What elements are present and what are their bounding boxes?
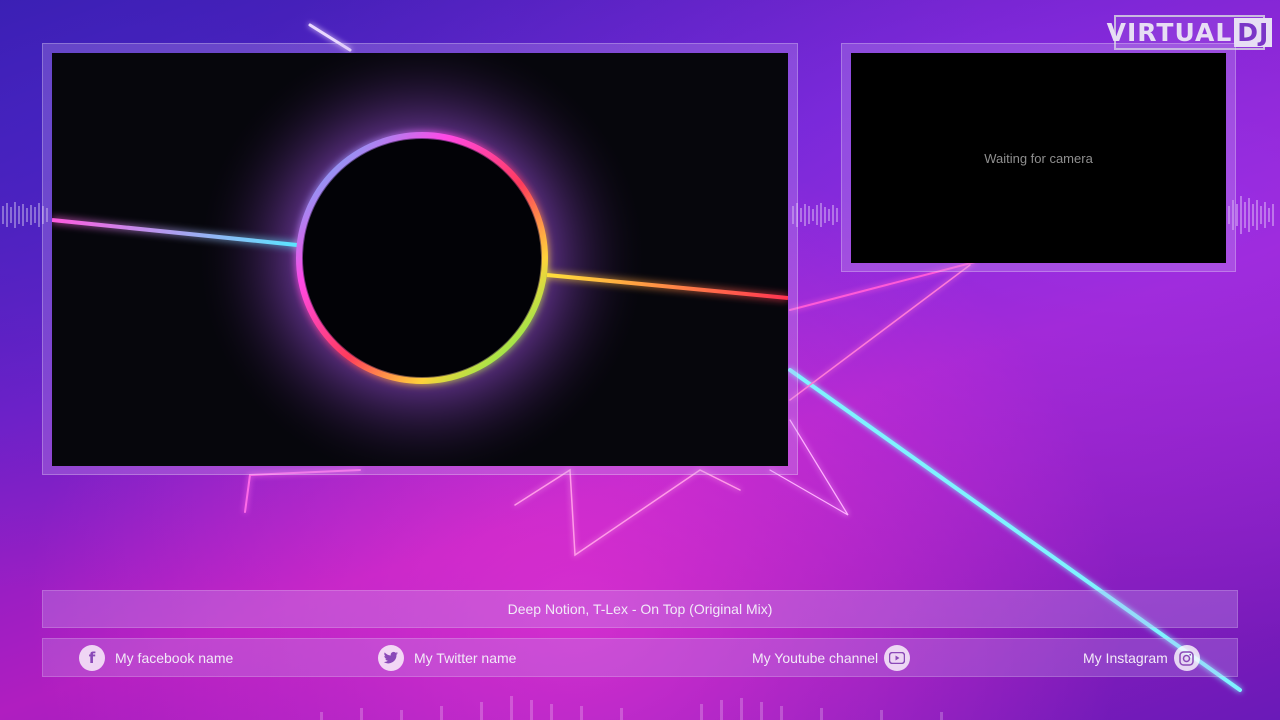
visualizer-video (52, 53, 788, 466)
facebook-label: My facebook name (115, 650, 234, 666)
camera-status-text: Waiting for camera (984, 151, 1093, 166)
now-playing-bar: Deep Notion, T-Lex - On Top (Original Mi… (42, 590, 1238, 628)
logo-dj-text: DJ (1234, 18, 1273, 47)
social-youtube[interactable]: My Youtube channel (752, 645, 911, 671)
equalizer-middle (792, 203, 838, 227)
social-instagram[interactable]: My Instagram (1083, 645, 1200, 671)
facebook-icon: f (79, 645, 105, 671)
youtube-label: My Youtube channel (752, 650, 879, 666)
now-playing-title: Deep Notion, T-Lex - On Top (Original Mi… (507, 601, 773, 617)
twitter-label: My Twitter name (414, 650, 517, 666)
video-frame (42, 43, 798, 475)
instagram-label: My Instagram (1083, 650, 1168, 666)
neon-ring-visual (52, 53, 788, 466)
camera-frame: Waiting for camera (841, 43, 1236, 272)
equalizer-bottom (320, 696, 943, 720)
instagram-icon (1173, 645, 1200, 671)
social-twitter[interactable]: My Twitter name (378, 645, 516, 671)
camera-view: Waiting for camera (851, 53, 1226, 263)
social-facebook[interactable]: f My facebook name (79, 645, 233, 671)
social-bar: f My facebook name My Twitter name My Yo… (42, 638, 1238, 677)
twitter-icon (378, 645, 404, 671)
youtube-icon (884, 645, 911, 671)
